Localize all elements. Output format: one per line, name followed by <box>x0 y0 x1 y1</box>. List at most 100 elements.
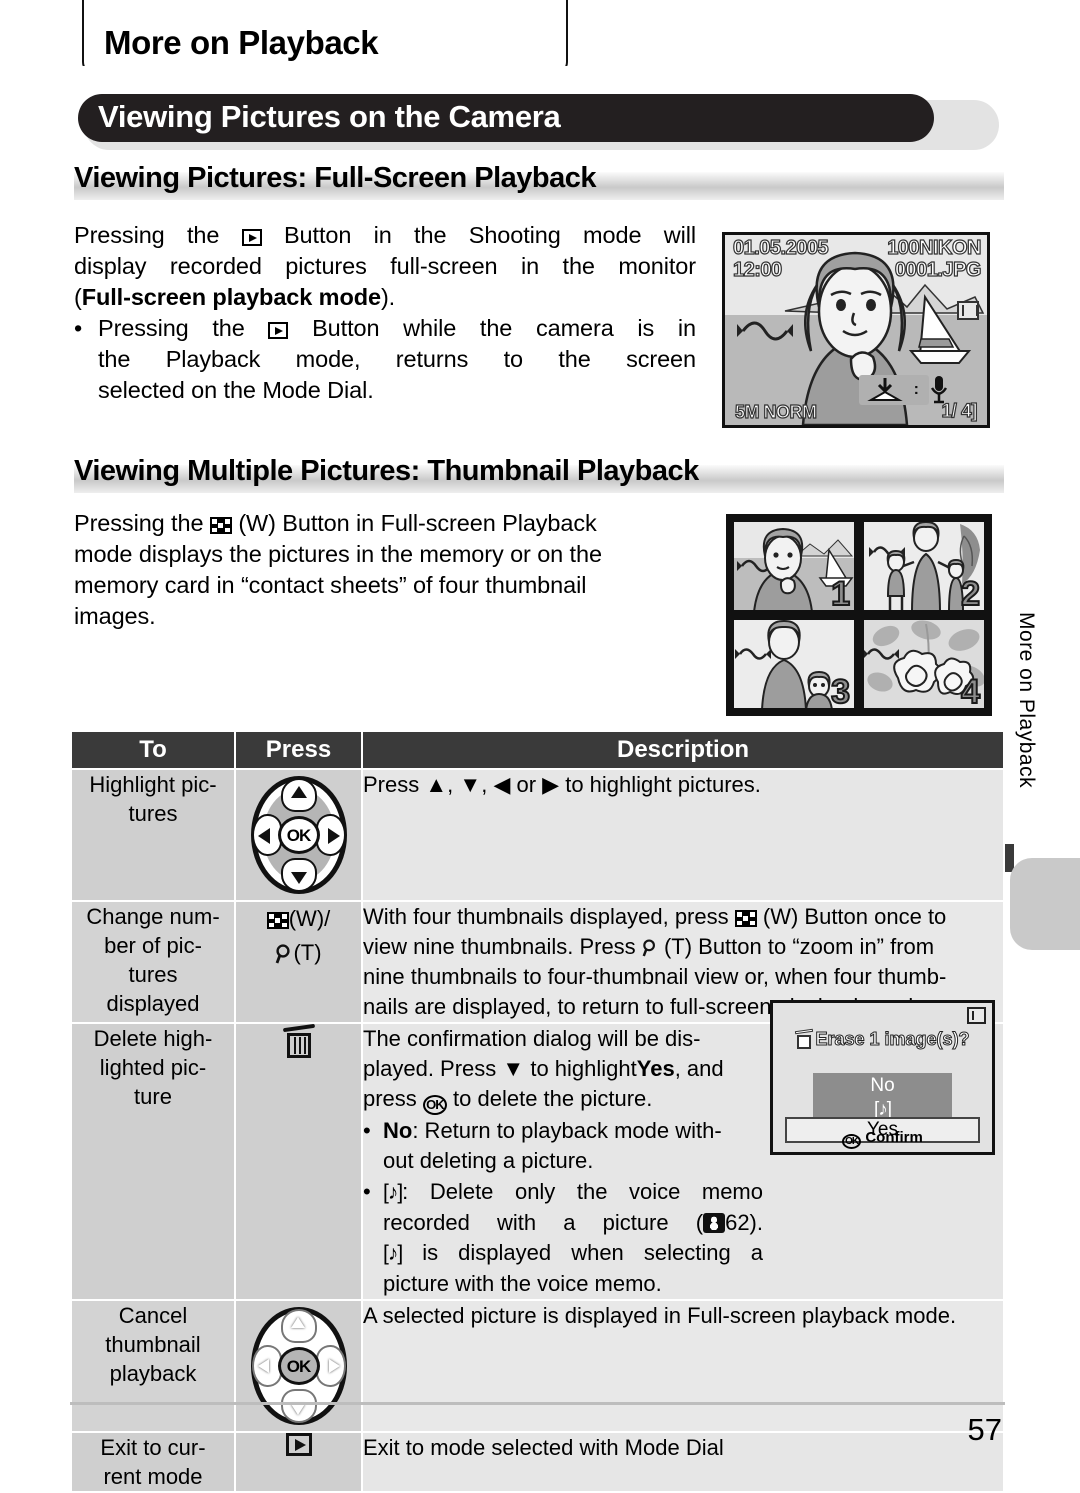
dialog-title: Erase 1 image(s)? <box>773 1029 992 1050</box>
play-triangle <box>294 1439 306 1451</box>
page-number: 57 <box>967 1412 1002 1447</box>
desc-line: out deleting a picture. <box>383 1148 594 1173</box>
dialog-option-no[interactable]: No <box>813 1073 952 1098</box>
section-heading-1-text: Viewing Pictures: Full-Screen Playback <box>74 162 597 194</box>
arrow-left-icon <box>257 828 270 844</box>
paragraph-line-2: display recorded pictures full-screen in… <box>74 253 696 279</box>
thumbnail-cell: 1 <box>732 520 856 612</box>
emphasis-full-screen-mode: Full-screen playback mode <box>81 284 381 310</box>
section-heading-2-text: Viewing Multiple Pictures: Thumbnail Pla… <box>74 455 699 487</box>
row-label-cancel-thumbnail: Cancel thumbnail playback <box>70 1299 236 1433</box>
desc-line: view nine thumbnails. Press (T) Button t… <box>363 934 935 959</box>
trash-can <box>286 1033 311 1058</box>
lcd-frame-counter: 1/ 4] <box>941 400 978 422</box>
arrow-left-icon: ◀ <box>493 772 511 797</box>
paragraph-line-1: Pressing the Button in the Shooting mode… <box>74 222 696 248</box>
thumbnail-number: 4 <box>960 672 981 710</box>
table-header-row: To Press Description <box>70 730 1005 770</box>
arrow-up-icon <box>290 1317 305 1328</box>
bullet-line-3: selected on the Mode Dial. <box>98 377 374 403</box>
row-icon-multi-selector: OK <box>234 768 363 902</box>
wide-button-row[interactable]: (W)/ <box>236 902 361 936</box>
internal-memory-icon <box>957 301 979 320</box>
trash-icon <box>795 1028 814 1049</box>
thumbnail-button-icon <box>209 517 232 534</box>
tab-cover <box>70 66 590 80</box>
arrow-down-icon <box>290 1404 305 1415</box>
row-icon-delete <box>234 1022 363 1301</box>
paragraph-line-3: (Full-screen playback mode). <box>74 284 396 310</box>
arrow-up-icon: ▲ <box>425 772 448 797</box>
thumbnail-button-icon <box>734 910 757 927</box>
row-description: A selected picture is displayed in Full-… <box>361 1299 1005 1433</box>
lcd-time: 12:00 <box>732 258 782 281</box>
playback-button-icon <box>268 322 289 339</box>
lcd-separator: : <box>913 381 919 398</box>
arrow-right-icon <box>327 828 340 844</box>
section-heading-1: Viewing Pictures: Full-Screen Playback <box>74 162 1004 200</box>
magnifier-icon <box>642 939 655 957</box>
dialog-confirm-hint: OK Confirm <box>773 1129 992 1149</box>
bullet-item-1: • Pressing the Button while the camera i… <box>74 313 696 406</box>
bullet-dot: • <box>74 315 83 341</box>
desc-line: played. Press ▼ to highlightYes, and <box>363 1056 724 1081</box>
row-description: Exit to mode selected with Mode Dial <box>361 1431 1005 1493</box>
row-icon-ok-pad: OK <box>234 1299 363 1433</box>
section-heading-2: Viewing Multiple Pictures: Thumbnail Pla… <box>74 455 1004 493</box>
thumbnail-number: 1 <box>830 574 851 612</box>
arrow-right-icon: ▶ <box>542 772 560 797</box>
desc-line: With four thumbnails displayed, press (W… <box>363 904 947 929</box>
trash-icon[interactable] <box>282 1023 315 1060</box>
row-label-delete-picture: Delete high- lighted pic- ture <box>70 1022 236 1301</box>
thumbnail-button-icon <box>266 912 289 929</box>
multi-selector-pad-ok[interactable]: OK <box>250 1307 347 1425</box>
thumbnail-number: 3 <box>830 672 851 710</box>
arrow-up-icon <box>290 786 307 798</box>
bullet-line-1: Pressing the Button while the camera is … <box>98 315 696 341</box>
side-tab-label: More on Playback <box>1015 612 1038 789</box>
desc-line: press OK to delete the picture. <box>363 1084 763 1115</box>
lcd-image-quality: 5M NORM <box>734 401 817 422</box>
magnifier-icon <box>276 944 291 964</box>
desc-line: picture with the voice memo. <box>383 1271 662 1296</box>
ok-button[interactable]: OK <box>277 816 320 854</box>
row-description: Press ▲, ▼, ◀ or ▶ to highlight pictures… <box>361 768 1005 902</box>
chapter-tab-label: More on Playback <box>104 24 379 61</box>
ok-button-icon: OK <box>842 1134 862 1149</box>
ok-button-icon: OK <box>422 1095 447 1115</box>
title-bar-text: Viewing Pictures on the Camera <box>98 99 561 134</box>
footer-rule <box>70 1402 1005 1405</box>
ok-button[interactable]: OK <box>277 1347 320 1385</box>
internal-memory-icon <box>967 1007 986 1024</box>
thumbnail-cell: 4 <box>862 618 986 710</box>
voice-memo-icon: [♪] <box>383 1242 403 1265</box>
playback-button-icon[interactable] <box>285 1433 312 1456</box>
tele-button-row[interactable]: (T) <box>236 936 361 970</box>
desc-line: [♪]: Delete only the voice memo <box>383 1177 763 1208</box>
thumbnail-number: 2 <box>960 574 981 612</box>
row-label-highlight-pictures: Highlight pic- tures <box>70 768 236 902</box>
paragraph-line-1: Pressing the (W) Button in Full-screen P… <box>74 510 597 536</box>
paragraph-line-3: memory card in “contact sheets” of four … <box>74 572 587 598</box>
trash-lid <box>282 1023 315 1033</box>
column-header-to: To <box>70 730 236 770</box>
bullet-line-2: the Playback mode, returns to the screen <box>98 346 696 372</box>
desc-line: nine thumbnails to four-thumbnail view o… <box>363 964 947 989</box>
multi-selector-pad[interactable]: OK <box>250 776 347 894</box>
save-to-card-icon <box>867 378 903 401</box>
lcd-folder-name: 100NIKON <box>887 236 983 259</box>
row-icon-zoom-buttons: (W)/ (T) <box>234 900 363 1024</box>
arrow-down-icon: ▼ <box>502 1056 525 1081</box>
column-header-press: Press <box>234 730 363 770</box>
paragraph-line-4: images. <box>74 603 156 629</box>
row-label-exit-mode: Exit to cur- rent mode <box>70 1431 236 1493</box>
desc-line: No: Return to playback mode with- <box>383 1118 722 1143</box>
bullet-dot: • <box>363 1118 371 1143</box>
manual-page: More on Playback Viewing Pictures on the… <box>0 0 1080 1493</box>
erase-confirmation-dialog: Erase 1 image(s)? No [♪] Yes OK Confirm <box>770 1000 995 1155</box>
row-icon-playback <box>234 1431 363 1493</box>
desc-line: The confirmation dialog will be dis- <box>363 1026 701 1051</box>
desc-line: [♪] is displayed when selecting a <box>383 1238 763 1269</box>
bullet-dot: • <box>363 1179 371 1204</box>
table-row: Exit to cur- rent mode Exit to mode sele… <box>70 1431 1005 1493</box>
